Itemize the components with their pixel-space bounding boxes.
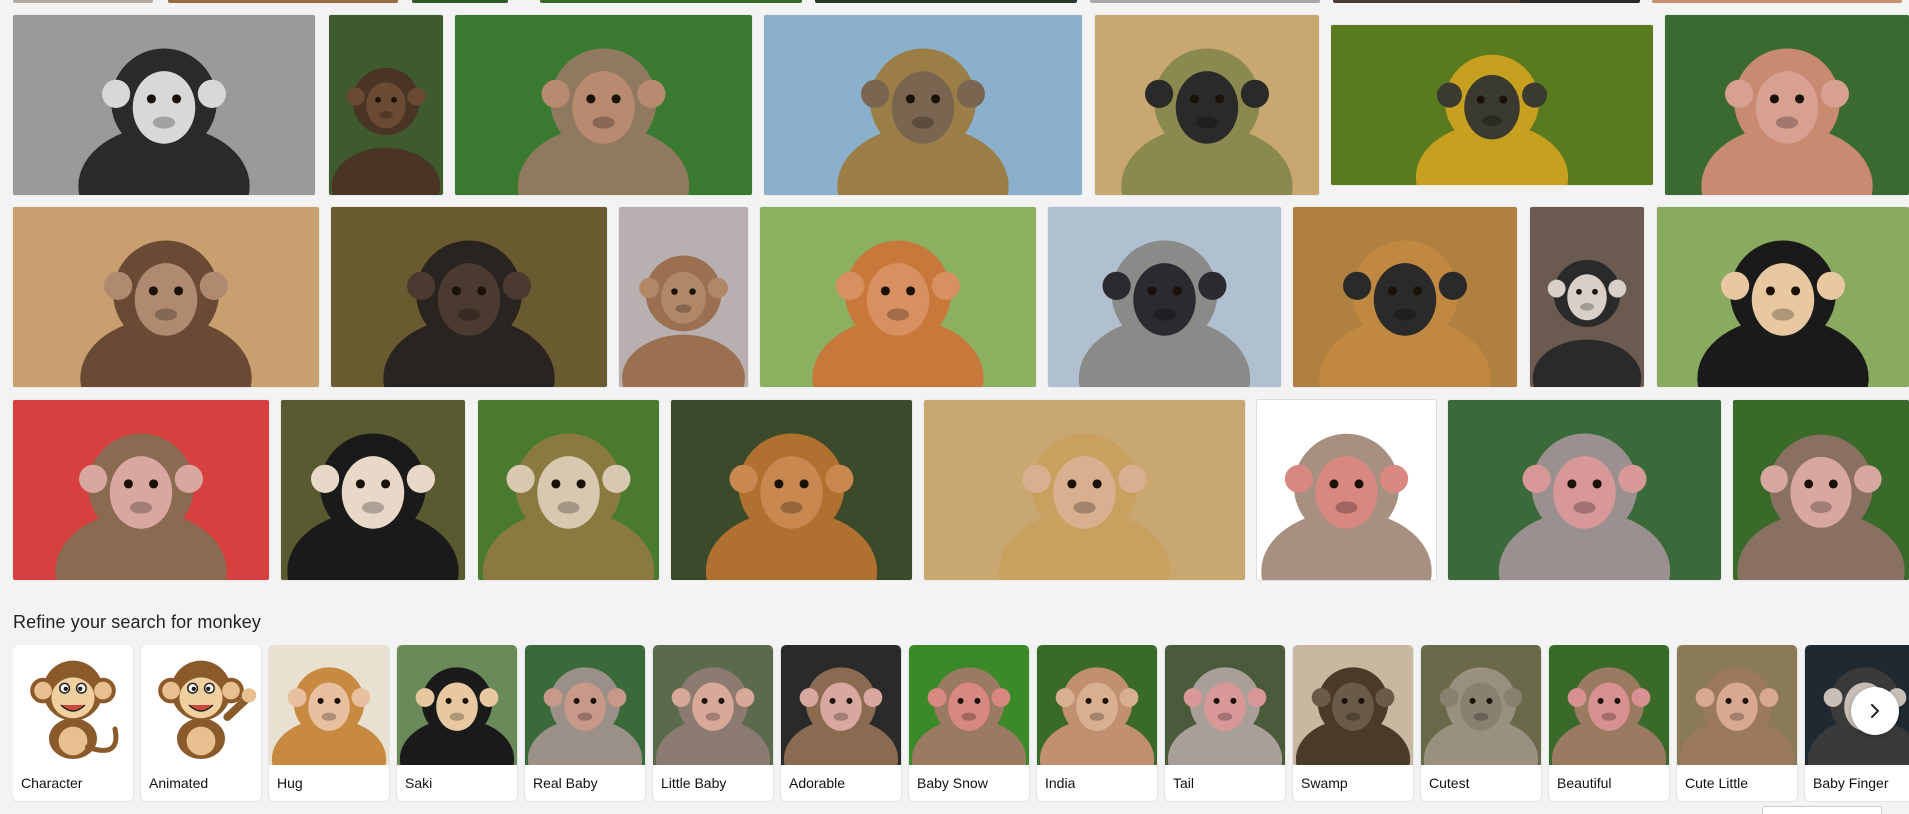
image-result[interactable] xyxy=(1048,207,1281,387)
related-search-card[interactable]: Tail xyxy=(1165,645,1285,801)
image-result[interactable] xyxy=(13,400,269,580)
image-result[interactable] xyxy=(619,207,748,387)
related-search-card[interactable]: Cute Little xyxy=(1677,645,1797,801)
image-result[interactable] xyxy=(764,15,1082,195)
card-label: Real Baby xyxy=(533,775,598,791)
image-result[interactable] xyxy=(13,15,315,195)
related-search-card[interactable]: Real Baby xyxy=(525,645,645,801)
chevron-right-icon xyxy=(1871,704,1879,718)
card-label: Saki xyxy=(405,775,433,791)
card-thumbnail xyxy=(13,645,133,765)
card-thumbnail xyxy=(141,645,261,765)
card-label: Hug xyxy=(277,775,303,791)
card-label: Little Baby xyxy=(661,775,727,791)
image-result[interactable] xyxy=(1448,400,1721,580)
related-search-card[interactable]: Beautiful xyxy=(1549,645,1669,801)
image-result[interactable] xyxy=(455,15,752,195)
image-result[interactable] xyxy=(671,400,912,580)
card-thumbnail xyxy=(909,645,1029,765)
image-result[interactable] xyxy=(924,400,1245,580)
image-result[interactable] xyxy=(1257,400,1436,580)
card-label: Character xyxy=(21,775,83,791)
related-search-card[interactable]: Cutest xyxy=(1421,645,1541,801)
card-thumbnail xyxy=(653,645,773,765)
card-thumbnail xyxy=(1165,645,1285,765)
related-search-card[interactable]: Little Baby xyxy=(653,645,773,801)
related-search-card[interactable]: India xyxy=(1037,645,1157,801)
related-search-card[interactable]: Hug xyxy=(269,645,389,801)
card-label: Tail xyxy=(1173,775,1195,791)
card-label: Baby Finger xyxy=(1813,775,1889,791)
card-label: Cutest xyxy=(1429,775,1470,791)
image-result[interactable] xyxy=(1331,25,1653,185)
card-thumbnail xyxy=(1037,645,1157,765)
image-result[interactable] xyxy=(1733,400,1909,580)
related-search-card[interactable]: Swamp xyxy=(1293,645,1413,801)
image-result[interactable] xyxy=(1530,207,1644,387)
card-label: Beautiful xyxy=(1557,775,1612,791)
card-thumbnail xyxy=(525,645,645,765)
related-search-card[interactable]: Adorable xyxy=(781,645,901,801)
card-label: Swamp xyxy=(1301,775,1348,791)
related-search-card[interactable]: Animated xyxy=(141,645,261,801)
card-thumbnail xyxy=(1677,645,1797,765)
card-label: Cute Little xyxy=(1685,775,1749,791)
image-result[interactable] xyxy=(331,207,607,387)
related-search-card[interactable]: Saki xyxy=(397,645,517,801)
image-result[interactable] xyxy=(281,400,465,580)
card-thumbnail xyxy=(1549,645,1669,765)
image-result[interactable] xyxy=(760,207,1036,387)
image-result[interactable] xyxy=(1657,207,1909,387)
related-search-card[interactable]: Baby Snow xyxy=(909,645,1029,801)
card-label: Animated xyxy=(149,775,209,791)
carousel-next-button[interactable] xyxy=(1851,687,1899,735)
related-search-card[interactable]: Character xyxy=(13,645,133,801)
card-thumbnail xyxy=(269,645,389,765)
card-label: India xyxy=(1045,775,1076,791)
image-results-grid xyxy=(0,0,1909,590)
image-result[interactable] xyxy=(329,15,443,195)
card-thumbnail xyxy=(1293,645,1413,765)
card-thumbnail xyxy=(781,645,901,765)
card-label: Adorable xyxy=(789,775,846,791)
image-result[interactable] xyxy=(478,400,659,580)
image-result[interactable] xyxy=(1665,15,1909,195)
related-searches-carousel: Character Animated Hug Saki Real Baby Li… xyxy=(13,645,1909,803)
refine-search-heading: Refine your search for monkey xyxy=(13,612,262,632)
card-thumbnail xyxy=(1421,645,1541,765)
image-result[interactable] xyxy=(13,207,319,387)
image-result[interactable] xyxy=(1095,15,1319,195)
card-label: Baby Snow xyxy=(917,775,988,791)
image-result[interactable] xyxy=(1293,207,1517,387)
card-thumbnail xyxy=(397,645,517,765)
